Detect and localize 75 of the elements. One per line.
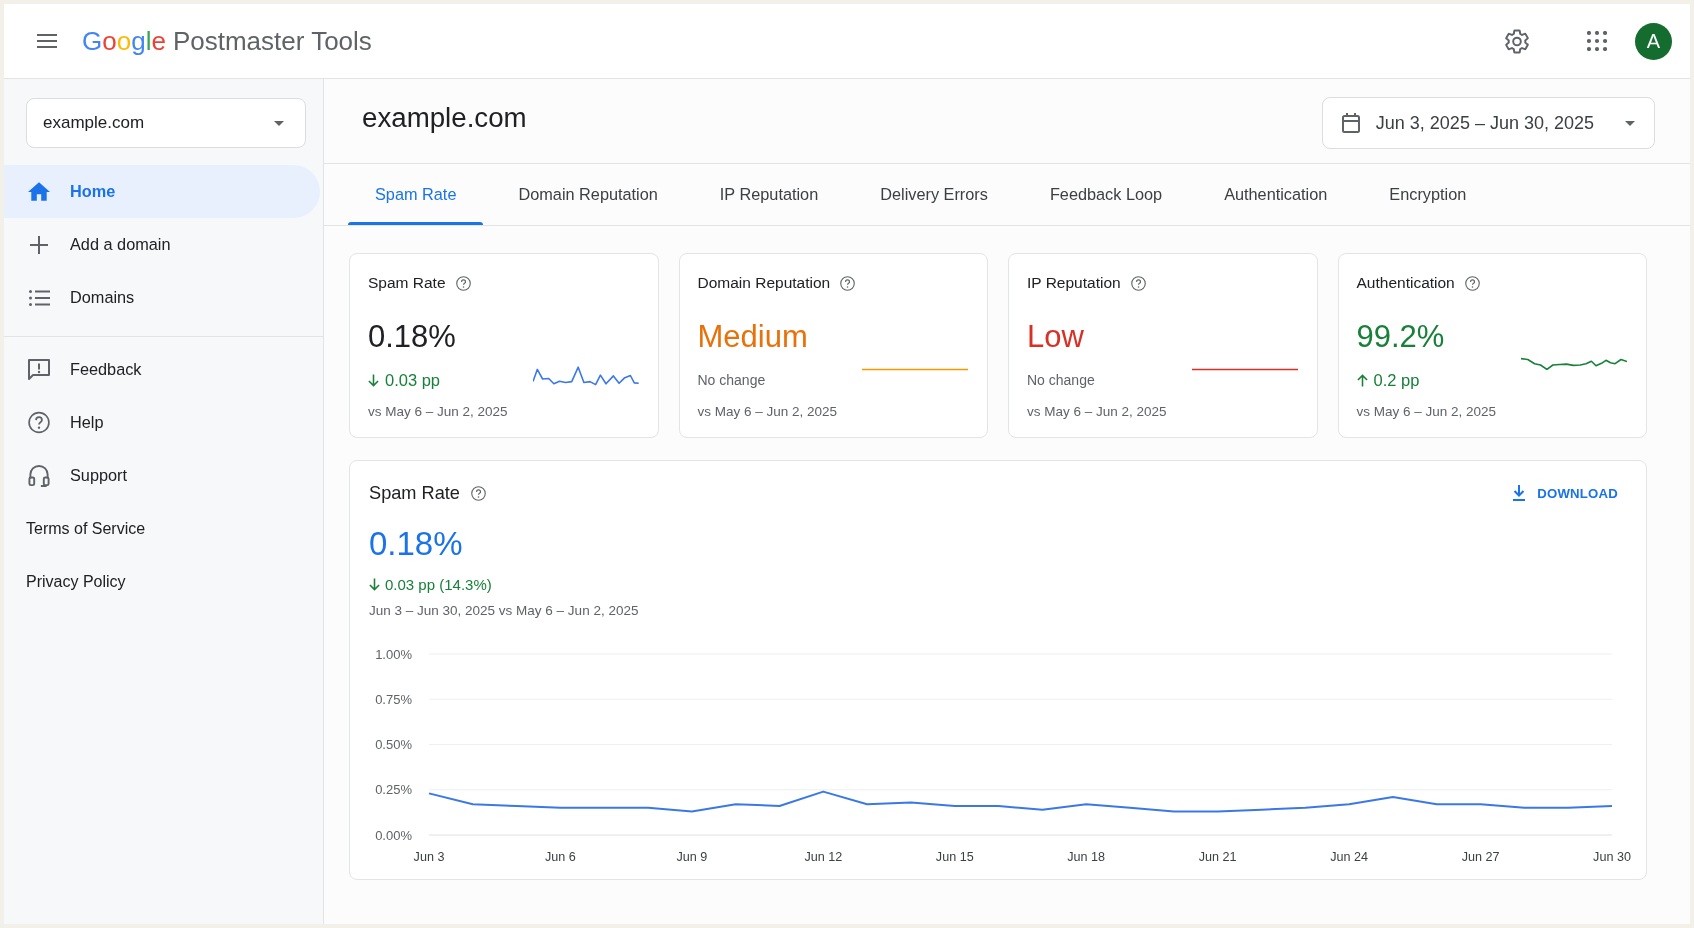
list-icon — [28, 289, 50, 306]
tab[interactable]: Delivery Errors — [853, 164, 1015, 225]
card-title: Authentication — [1356, 274, 1455, 292]
comparison-text: Jun 3 – Jun 30, 2025 vs May 6 – Jun 2, 2025 — [369, 602, 640, 620]
caret-icon[interactable] — [1625, 120, 1635, 126]
change-text: No change — [1027, 372, 1095, 388]
nav-item[interactable]: Help — [4, 396, 320, 449]
axis-label: Jun 18 — [1067, 850, 1106, 864]
axis-label: 0.25% — [375, 782, 412, 798]
tab[interactable]: IP Reputation — [692, 164, 846, 225]
footer-link[interactable]: Privacy Policy — [26, 572, 126, 591]
axis-label: Jun 6 — [545, 850, 576, 864]
settings-icon[interactable] — [1505, 28, 1529, 54]
help-icon[interactable] — [1130, 275, 1146, 291]
help-icon — [28, 411, 50, 434]
axis-label: Jun 24 — [1330, 850, 1368, 864]
domain-dropdown[interactable]: example.com — [26, 98, 306, 148]
nav-item[interactable]: Feedback — [4, 343, 320, 396]
axis-label: 1.00% — [375, 646, 412, 662]
stat-value: 99.2% — [1356, 319, 1446, 355]
menu-icon[interactable] — [37, 34, 57, 48]
card-title: Spam Rate — [368, 274, 446, 292]
nav-item[interactable]: Home — [4, 165, 320, 218]
caret-icon[interactable] — [274, 120, 284, 126]
product-logo[interactable]: Google — [82, 26, 166, 56]
comparison-text: vs May 6 – Jun 2, 2025 — [1027, 403, 1168, 421]
nav-item[interactable]: Add a domain — [4, 218, 320, 271]
axis-label: 0.50% — [375, 737, 412, 752]
headset-icon — [28, 464, 50, 487]
help-icon[interactable] — [471, 485, 486, 501]
change-text: 0.2 pp — [1373, 370, 1420, 390]
tab[interactable]: Domain Reputation — [491, 164, 685, 225]
calendar-icon[interactable] — [1341, 113, 1360, 133]
nav-item[interactable]: Support — [4, 449, 320, 502]
tab[interactable]: Encryption — [1362, 164, 1494, 225]
app-title: Postmaster Tools — [172, 26, 372, 56]
axis-label: Jun 15 — [935, 850, 974, 864]
page-title: example.com — [362, 102, 527, 134]
help-icon[interactable] — [840, 275, 856, 291]
tab[interactable]: Feedback Loop — [1022, 164, 1190, 225]
help-icon[interactable] — [455, 275, 471, 291]
change-text: No change — [697, 372, 766, 388]
feedback-icon — [28, 358, 50, 381]
comparison-text: vs May 6 – Jun 2, 2025 — [697, 403, 839, 421]
plus-icon — [30, 235, 48, 254]
nav-item[interactable]: Domains — [4, 271, 320, 324]
account-avatar[interactable]: A — [1635, 22, 1672, 60]
axis-label: Jun 21 — [1198, 850, 1237, 864]
comparison-text: vs May 6 – Jun 2, 2025 — [1356, 403, 1498, 421]
footer-link[interactable]: Terms of Service — [26, 519, 146, 538]
download-button[interactable]: DOWNLOAD — [1506, 481, 1624, 505]
stat-value: Low — [1027, 319, 1085, 355]
tab[interactable]: Spam Rate — [348, 164, 484, 225]
stat-value: 0.18% — [368, 319, 457, 355]
panel-title: Spam Rate — [369, 482, 460, 504]
date-range-picker[interactable]: Jun 3, 2025 – Jun 30, 2025 — [1321, 97, 1655, 149]
stat-value: 0.18% — [369, 525, 464, 563]
comparison-text: vs May 6 – Jun 2, 2025 — [368, 403, 509, 421]
axis-label: 0.00% — [375, 827, 412, 843]
change-text: 0.03 pp (14.3%) — [385, 575, 492, 593]
card-title: Domain Reputation — [697, 274, 831, 292]
tab[interactable]: Authentication — [1197, 164, 1355, 225]
home-icon — [28, 182, 50, 201]
axis-label: Jun 30 — [1593, 850, 1631, 864]
change-text: 0.03 pp — [385, 370, 441, 390]
axis-label: 0.75% — [375, 691, 412, 707]
download-icon[interactable] — [1512, 485, 1527, 501]
axis-label: Jun 27 — [1461, 850, 1500, 864]
axis-label: Jun 9 — [676, 850, 708, 864]
card-title: IP Reputation — [1027, 274, 1121, 292]
stat-value: Medium — [697, 319, 809, 355]
apps-grid-icon[interactable] — [1587, 31, 1607, 51]
axis-label: Jun 3 — [413, 850, 445, 864]
axis-label: Jun 12 — [804, 850, 843, 864]
help-icon[interactable] — [1464, 275, 1480, 291]
